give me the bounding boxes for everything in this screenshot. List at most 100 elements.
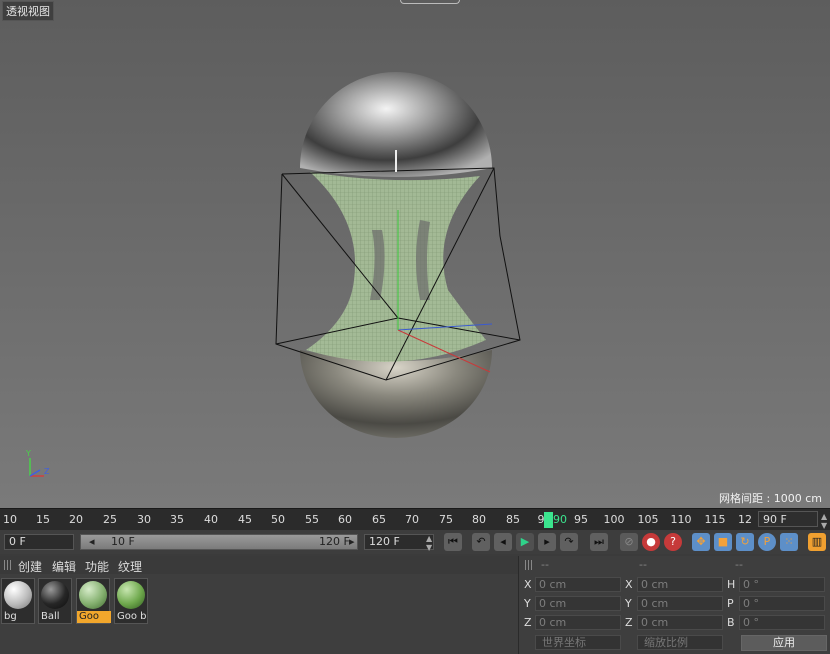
- menu-function[interactable]: 功能: [85, 558, 109, 575]
- size-z-field[interactable]: 0 cm: [637, 615, 723, 630]
- tick-label: 10: [3, 513, 17, 526]
- parameter-key-icon[interactable]: P: [758, 533, 776, 551]
- rot-b-field[interactable]: 0 °: [739, 615, 825, 630]
- pos-z-label: Z: [524, 616, 532, 629]
- rot-h-label: H: [727, 578, 736, 591]
- material-manager: 创建 编辑 功能 纹理 bg Ball Goo Goo b: [0, 556, 518, 654]
- timeline-ruler[interactable]: 10 15 20 25 30 35 40 45 50 55 60 65 70 7…: [0, 508, 830, 530]
- tick-label: 100: [603, 513, 625, 526]
- tick-label: 70: [405, 513, 419, 526]
- size-x-field[interactable]: 0 cm: [637, 577, 723, 592]
- tick-label: 20: [69, 513, 83, 526]
- rot-h-field[interactable]: 0 °: [739, 577, 825, 592]
- material-swatch-goo-b[interactable]: Goo b: [114, 578, 148, 624]
- current-frame-label: 90: [553, 513, 567, 526]
- material-name: Goo: [77, 611, 111, 623]
- apply-button[interactable]: 应用: [741, 635, 827, 651]
- tick-label: 65: [372, 513, 386, 526]
- grid-spacing-label: 网格间距 : 1000 cm: [719, 492, 822, 505]
- rot-p-field[interactable]: 0 °: [739, 596, 825, 611]
- pos-x-field[interactable]: 0 cm: [535, 577, 621, 592]
- scale-key-icon[interactable]: ■: [714, 533, 732, 551]
- play-forward-icon[interactable]: ▶: [516, 533, 534, 551]
- menu-edit[interactable]: 编辑: [52, 558, 76, 575]
- app-window: Y Z 透视视图 网格间距 : 1000 cm 10 15 20 25 30 3…: [0, 0, 830, 654]
- world-axis-z: [29, 469, 41, 477]
- frame-stepper-icon[interactable]: ▲ ▼: [821, 512, 827, 530]
- preview-range-slider[interactable]: ◂ 10 F 120 F ▸: [80, 534, 358, 550]
- material-swatch-ball[interactable]: Ball: [38, 578, 72, 624]
- pos-y-label: Y: [524, 597, 531, 610]
- go-to-start-icon[interactable]: ⏮: [444, 533, 462, 551]
- material-name: bg: [4, 611, 17, 622]
- perspective-viewport[interactable]: Y Z 透视视图 网格间距 : 1000 cm: [0, 0, 830, 508]
- end-frame-field[interactable]: 120 F: [364, 534, 434, 550]
- material-swatch-goo[interactable]: Goo: [76, 578, 111, 624]
- previous-key-icon[interactable]: ↶: [472, 533, 490, 551]
- tick-label: 55: [305, 513, 319, 526]
- panel-grip-icon[interactable]: [4, 560, 12, 570]
- scene-render: Y Z: [25, 72, 521, 477]
- size-x-label: X: [625, 578, 633, 591]
- svg-text:Y: Y: [25, 449, 31, 458]
- material-ball-icon: [41, 581, 69, 609]
- pos-y-field[interactable]: 0 cm: [535, 596, 621, 611]
- rotation-header: --: [735, 558, 743, 571]
- coordinate-mode-dropdown[interactable]: 世界坐标: [535, 635, 621, 650]
- size-z-label: Z: [625, 616, 633, 629]
- size-y-label: Y: [625, 597, 632, 610]
- autokeying-icon[interactable]: ?: [664, 533, 682, 551]
- timeline-window-icon[interactable]: ▥: [808, 533, 826, 551]
- panel-grip-icon[interactable]: [525, 560, 533, 570]
- tick-label: 80: [472, 513, 486, 526]
- previous-frame-icon[interactable]: ◂: [494, 533, 512, 551]
- tick-label: 25: [103, 513, 117, 526]
- next-key-icon[interactable]: ↷: [560, 533, 578, 551]
- move-key-icon[interactable]: ✥: [692, 533, 710, 551]
- material-ball-icon: [117, 581, 145, 609]
- material-menu-bar: 创建 编辑 功能 纹理: [0, 556, 518, 574]
- rot-p-label: P: [727, 597, 734, 610]
- material-swatch-bg[interactable]: bg: [1, 578, 35, 624]
- position-header: --: [541, 558, 549, 571]
- rotate-key-icon[interactable]: ↻: [736, 533, 754, 551]
- tick-label: 50: [271, 513, 285, 526]
- size-header: --: [639, 558, 647, 571]
- tick-label: 110: [670, 513, 692, 526]
- pos-z-field[interactable]: 0 cm: [535, 615, 621, 630]
- pos-x-label: X: [524, 578, 532, 591]
- tick-label: 15: [36, 513, 50, 526]
- tick-label: 85: [506, 513, 520, 526]
- range-start-label: 10 F: [111, 535, 135, 548]
- material-name: Ball: [41, 611, 60, 622]
- record-disabled-icon[interactable]: ⊘: [620, 533, 638, 551]
- range-right-arrow-icon[interactable]: ▸: [349, 535, 355, 549]
- start-frame-field[interactable]: 0 F: [4, 534, 74, 550]
- material-ball-icon: [4, 581, 32, 609]
- end-frame-stepper-icon[interactable]: ▲ ▼: [426, 534, 432, 552]
- size-y-field[interactable]: 0 cm: [637, 596, 723, 611]
- tick-label: 75: [439, 513, 453, 526]
- record-active-keys-icon[interactable]: ●: [642, 533, 660, 551]
- next-frame-icon[interactable]: ▸: [538, 533, 556, 551]
- playhead-marker[interactable]: [544, 512, 553, 528]
- go-to-end-icon[interactable]: ⏭: [590, 533, 608, 551]
- menu-create[interactable]: 创建: [18, 558, 42, 575]
- menu-texture[interactable]: 纹理: [118, 558, 142, 575]
- point-level-icon[interactable]: ⁙: [780, 533, 798, 551]
- svg-text:Z: Z: [44, 467, 50, 476]
- tick-label: 12: [738, 513, 752, 526]
- range-left-arrow-icon[interactable]: ◂: [89, 535, 95, 549]
- rot-b-label: B: [727, 616, 735, 629]
- current-frame-field[interactable]: 90 F: [758, 511, 818, 527]
- tick-label: 40: [204, 513, 218, 526]
- range-end-label: 120 F: [319, 535, 350, 548]
- tick-label: 115: [704, 513, 726, 526]
- tick-label: 60: [338, 513, 352, 526]
- tick-label: 95: [574, 513, 588, 526]
- viewport-title[interactable]: 透视视图: [2, 1, 54, 21]
- scale-mode-dropdown[interactable]: 缩放比例: [637, 635, 723, 650]
- coordinates-manager: -- -- -- X 0 cm X 0 cm H 0 ° Y 0 cm Y 0 …: [518, 556, 830, 654]
- view-top-indicator: [400, 0, 460, 4]
- tick-label: 45: [238, 513, 252, 526]
